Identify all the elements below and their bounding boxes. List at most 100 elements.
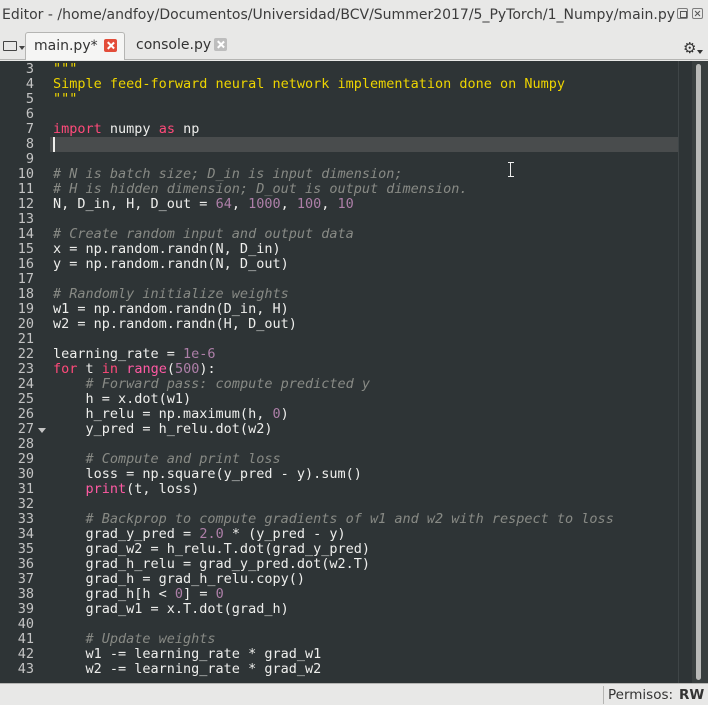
code-editor[interactable]: 3 """ 4 Simple feed-forward neural network … — [0, 61, 708, 683]
code-token: # Update weights — [85, 631, 216, 647]
code-token: Simple feed-forward neural network imple… — [53, 76, 566, 92]
code-line[interactable]: h_relu = np.maximum(h, 0) — [53, 407, 289, 422]
code-token: 10 — [337, 196, 354, 212]
code-line[interactable]: Simple feed-forward neural network imple… — [53, 77, 565, 92]
line-number: 30 — [17, 466, 34, 482]
line-number: 39 — [17, 601, 34, 617]
line-number: 12 — [17, 196, 34, 212]
line-number: 37 — [17, 571, 34, 587]
code-token: as — [158, 121, 175, 137]
line-number: 20 — [17, 316, 34, 332]
code-token: 0 — [215, 586, 224, 602]
code-line[interactable]: # Forward pass: compute predicted y — [53, 377, 370, 392]
code-line[interactable]: print(t, loss) — [53, 481, 200, 497]
gear-icon[interactable]: ⚙ — [683, 41, 696, 56]
code-line[interactable]: # N is batch size; D_in is input dimensi… — [53, 167, 403, 182]
code-line[interactable]: """ — [53, 62, 77, 77]
close-window-button[interactable] — [692, 8, 703, 19]
code-token: y_pred = h_relu.dot(w2) — [53, 421, 273, 437]
code-line[interactable]: grad_h_relu = grad_y_pred.dot(w2.T) — [53, 557, 370, 572]
permissions-indicator: Permisos: RW — [603, 686, 707, 704]
fold-toggle-icon[interactable] — [38, 428, 46, 433]
code-token: in — [101, 361, 119, 377]
tab-console-py[interactable]: console.py — [128, 32, 236, 60]
code-line[interactable]: x = np.random.randn(N, D_in) — [53, 242, 281, 257]
code-token: , — [321, 196, 338, 212]
code-line[interactable]: import numpy as np — [53, 122, 199, 137]
line-number: 33 — [17, 511, 34, 527]
code-line[interactable]: """ — [53, 92, 77, 107]
code-token: grad_y_pred = — [53, 526, 200, 542]
code-line[interactable]: w2 -= learning_rate * grad_w2 — [53, 662, 322, 677]
line-number: 21 — [17, 331, 34, 347]
line-number: 34 — [17, 526, 34, 542]
code-token: (t, loss) — [126, 481, 200, 497]
code-line[interactable]: # Randomly initialize weights — [53, 287, 289, 302]
code-token: grad_w2 = h_relu.T.dot(grad_y_pred) — [53, 541, 370, 557]
code-line[interactable]: w1 -= learning_rate * grad_w1 — [53, 647, 322, 662]
code-line[interactable]: y = np.random.randn(N, D_out) — [53, 257, 289, 272]
code-token: h = x.dot(w1) — [53, 391, 192, 407]
code-token: * (y_pred - y) — [223, 526, 346, 542]
code-token: 2.0 — [199, 526, 224, 542]
chevron-down-icon[interactable] — [697, 50, 703, 54]
line-number: 19 — [17, 301, 34, 317]
code-token: w1 = np.random.randn(D_in, H) — [53, 301, 289, 317]
code-line[interactable]: y_pred = h_relu.dot(w2) — [53, 421, 273, 437]
code-line[interactable]: # Create random input and output data — [53, 227, 354, 242]
line-number: 25 — [17, 391, 34, 407]
code-token: learning_rate = — [53, 346, 184, 362]
code-line[interactable]: # Update weights — [53, 632, 216, 647]
code-line[interactable]: for t in range(500): — [53, 362, 216, 377]
code-line[interactable]: grad_h = grad_h_relu.copy() — [53, 572, 305, 587]
folder-icon[interactable] — [3, 41, 25, 51]
code-token: # H is hidden dimension; D_out is output… — [53, 181, 468, 197]
code-token: loss = np.square(y_pred - y).sum() — [53, 466, 362, 482]
line-number: 41 — [17, 631, 34, 647]
text-cursor — [53, 137, 55, 152]
code-token: t — [77, 361, 102, 377]
code-line[interactable]: w1 = np.random.randn(D_in, H) — [53, 302, 289, 317]
code-line[interactable]: loss = np.square(y_pred - y).sum() — [53, 467, 362, 482]
line-number: 5 — [25, 91, 34, 107]
line-number: 26 — [17, 406, 34, 422]
code-token: print — [85, 481, 127, 497]
close-icon[interactable] — [214, 38, 227, 51]
code-line[interactable]: # Compute and print loss — [53, 452, 281, 467]
code-line[interactable]: w2 = np.random.randn(H, D_out) — [53, 317, 297, 332]
code-line[interactable]: grad_w1 = x.T.dot(grad_h) — [53, 602, 289, 617]
code-token: numpy — [101, 121, 159, 137]
code-token: , — [231, 196, 249, 212]
code-line[interactable]: learning_rate = 1e-6 — [53, 347, 216, 362]
permissions-label: Permisos: — [608, 687, 674, 703]
code-token: # Randomly initialize weights — [53, 286, 289, 302]
code-line[interactable]: N, D_in, H, D_out = 64, 1000, 100, 10 — [53, 197, 354, 212]
code-area[interactable]: 3 """ 4 Simple feed-forward neural network … — [0, 61, 692, 683]
code-token: grad_h_relu = grad_y_pred.dot(w2.T) — [53, 556, 370, 572]
restore-window-button[interactable] — [677, 8, 688, 19]
code-token: ] = — [183, 586, 216, 602]
line-number: 36 — [17, 556, 34, 572]
code-token: 64 — [215, 196, 232, 212]
code-line[interactable]: grad_h[h < 0] = 0 — [53, 587, 224, 602]
code-token: for — [53, 361, 78, 377]
code-line[interactable]: # H is hidden dimension; D_out is output… — [53, 182, 468, 197]
code-line[interactable]: h = x.dot(w1) — [53, 391, 192, 407]
code-line[interactable]: # Backprop to compute gradients of w1 an… — [53, 512, 614, 527]
code-token: , — [280, 196, 297, 212]
close-icon[interactable] — [104, 39, 117, 52]
code-token: grad_h[h < — [53, 586, 175, 602]
code-token: # Backprop to compute gradients of w1 an… — [85, 511, 614, 527]
status-bar: Permisos: RW — [0, 683, 708, 705]
line-number: 6 — [25, 106, 34, 122]
code-token: y = np.random.randn(N, D_out) — [53, 256, 289, 272]
code-line[interactable]: grad_w2 = h_relu.T.dot(grad_y_pred) — [53, 542, 370, 557]
code-line[interactable]: grad_y_pred = 2.0 * (y_pred - y) — [53, 527, 346, 542]
scrollbar-thumb[interactable] — [696, 64, 701, 680]
code-token: ) — [280, 406, 289, 422]
mouse-ibeam-icon — [508, 162, 514, 177]
tab-main-py[interactable]: main.py* — [25, 32, 125, 60]
